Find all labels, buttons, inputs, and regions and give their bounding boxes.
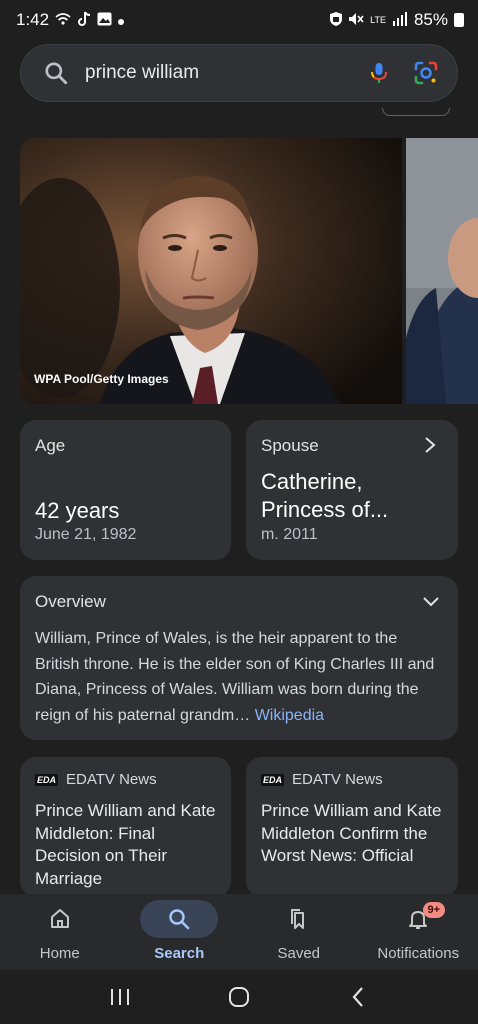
status-left: 1:42	[16, 10, 125, 30]
age-card[interactable]: Age 42 years June 21, 1982	[20, 420, 231, 560]
status-time: 1:42	[16, 10, 50, 29]
age-value: 42 years	[35, 498, 120, 523]
nav-saved-pill	[260, 900, 338, 938]
nav-home-label: Home	[39, 945, 80, 962]
status-right: LTE 85%	[330, 10, 464, 30]
back-button[interactable]	[343, 985, 373, 1009]
news-source-logo: EDA	[261, 773, 285, 786]
wifi-calling-icon	[55, 12, 71, 29]
nav-notifications-pill	[379, 900, 457, 938]
news-title: Prince William and Kate Middleton Confir…	[261, 801, 442, 865]
nav-saved-label: Saved	[277, 945, 321, 962]
google-lens-icon[interactable]	[413, 60, 439, 86]
news-card[interactable]: EDA EDATV News Prince William and Kate M…	[20, 757, 231, 897]
nav-search-pill	[140, 900, 219, 938]
nav-search-label: Search	[154, 945, 205, 962]
notification-badge: 9+	[422, 902, 446, 918]
mic-icon[interactable]	[367, 61, 391, 85]
mute-icon	[348, 12, 364, 29]
search-icon	[169, 909, 190, 930]
chevron-down-icon[interactable]	[422, 594, 440, 610]
image-credit: WPA Pool/Getty Images	[34, 372, 169, 386]
news-source-name: EDATV News	[66, 771, 157, 788]
news-source-logo: EDA	[35, 773, 59, 786]
overview-body: William, Prince of Wales, is the heir ap…	[35, 630, 435, 724]
overview-text: William, Prince of Wales, is the heir ap…	[35, 626, 443, 728]
nav-home[interactable]: Home	[0, 894, 120, 970]
signal-icon	[392, 11, 408, 29]
battery-icon	[454, 13, 464, 27]
recents-button[interactable]	[105, 985, 135, 1009]
battery-percent: 85%	[413, 10, 448, 29]
status-bar: 1:42 LTE 85%	[0, 0, 478, 40]
news-source: EDA EDATV News	[261, 771, 443, 788]
portrait-image	[20, 138, 402, 404]
overview-card[interactable]: Overview William, Prince of Wales, is th…	[20, 576, 458, 740]
chip-peek	[382, 108, 450, 116]
recents-icon	[110, 989, 129, 1005]
hero-image-next[interactable]	[406, 138, 478, 404]
back-icon	[352, 987, 364, 1007]
marriage-year: m. 2011	[261, 526, 318, 543]
news-title: Prince William and Kate Middleton: Final…	[35, 801, 216, 888]
dot-icon	[118, 12, 125, 28]
birth-date: June 21, 1982	[35, 526, 137, 543]
search-query[interactable]: prince william	[85, 62, 367, 84]
system-nav	[0, 970, 478, 1024]
age-label: Age	[35, 436, 66, 455]
wikipedia-link[interactable]: Wikipedia	[255, 707, 324, 724]
nav-search[interactable]: Search	[120, 894, 240, 970]
spouse-name: Catherine, Princess of...	[261, 469, 389, 522]
nav-notifications-label: Notifications	[377, 945, 460, 962]
shield-icon	[330, 11, 343, 29]
gallery-icon	[97, 12, 112, 29]
nav-saved[interactable]: Saved	[239, 894, 359, 970]
news-source: EDA EDATV News	[35, 771, 216, 788]
hero-image[interactable]: WPA Pool/Getty Images	[20, 138, 402, 404]
search-icon	[45, 62, 68, 85]
home-icon	[50, 909, 69, 928]
news-source-name: EDATV News	[292, 771, 383, 788]
nav-notifications[interactable]: 9+ Notifications	[359, 894, 478, 970]
overview-title: Overview	[35, 592, 106, 611]
news-card[interactable]: EDA EDATV News Prince William and Kate M…	[246, 757, 458, 897]
chevron-right-icon	[425, 437, 436, 453]
next-image-preview	[406, 138, 478, 404]
tiktok-icon	[77, 11, 91, 30]
saved-icon	[290, 909, 304, 929]
home-circle-icon	[228, 987, 249, 1007]
spouse-label: Spouse	[261, 436, 319, 455]
nav-home-pill	[21, 900, 99, 938]
spouse-card[interactable]: Spouse Catherine, Princess of... m. 2011	[246, 420, 458, 560]
search-bar[interactable]: prince william	[20, 44, 458, 102]
home-button[interactable]	[224, 985, 254, 1009]
bottom-nav: Home Search Saved 9+ Notifications	[0, 894, 478, 970]
network-type: LTE	[370, 14, 386, 25]
